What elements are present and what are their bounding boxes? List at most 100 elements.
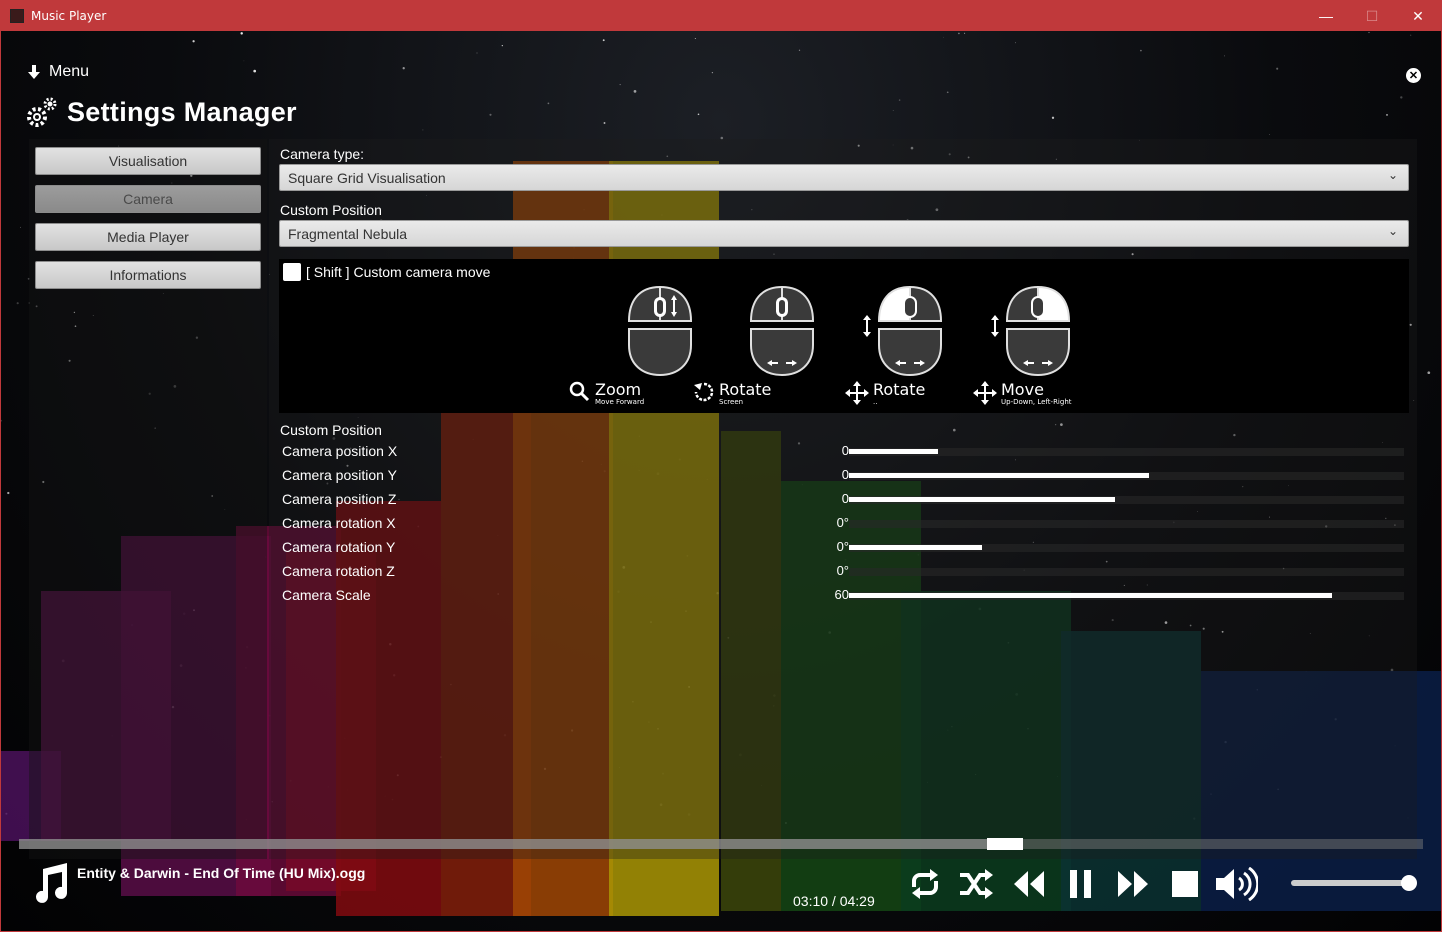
fast-forward-icon xyxy=(1118,871,1148,897)
camera-type-select[interactable]: Square Grid Visualisation ⌄ xyxy=(279,164,1409,191)
param-row: Camera position Z 0 xyxy=(282,490,1409,510)
shift-camera-move-checkbox[interactable] xyxy=(283,263,301,281)
nav-camera-button[interactable]: Camera xyxy=(35,185,261,213)
playback-progress-bar[interactable] xyxy=(19,838,1423,850)
star xyxy=(19,226,21,228)
playback-controls xyxy=(899,861,1263,907)
star xyxy=(619,84,621,86)
param-value: 0 xyxy=(841,443,849,458)
star xyxy=(1410,34,1412,36)
nav-visualisation-button[interactable]: Visualisation xyxy=(35,147,261,175)
rewind-button[interactable] xyxy=(1003,861,1055,907)
mouse-hint-title: Zoom xyxy=(595,380,642,399)
nav-informations-button[interactable]: Informations xyxy=(35,261,261,289)
menu-label: Menu xyxy=(49,63,90,80)
star xyxy=(1224,55,1225,57)
mouse-scroll-icon xyxy=(627,285,693,377)
star xyxy=(958,32,960,35)
fast-forward-button[interactable] xyxy=(1107,861,1159,907)
star xyxy=(240,32,243,35)
repeat-button[interactable] xyxy=(899,861,951,907)
param-slider[interactable] xyxy=(849,520,1404,528)
param-name: Camera position Y xyxy=(282,467,397,483)
arrow-up-down-icon xyxy=(991,315,999,337)
star xyxy=(422,129,424,131)
param-slider[interactable] xyxy=(849,592,1404,600)
param-slider-fill xyxy=(849,545,983,550)
param-value: 0 xyxy=(841,491,849,506)
arrow-up-down-icon xyxy=(863,315,871,337)
star xyxy=(1427,371,1431,375)
param-slider[interactable] xyxy=(849,448,1404,456)
magnifier-icon xyxy=(569,381,590,402)
param-slider[interactable] xyxy=(849,496,1404,504)
volume-slider-handle[interactable] xyxy=(1401,875,1417,891)
star xyxy=(402,67,405,70)
visualisation-scene: Menu ✕ Settings Manager Visualisation Ca… xyxy=(1,31,1441,931)
mouse-controls-panel: [ Shift ] Custom camera move Zoom Move F… xyxy=(279,259,1409,413)
star xyxy=(1276,67,1279,70)
mouse-hint-subtitle: Screen xyxy=(719,398,744,406)
volume-button[interactable] xyxy=(1211,861,1263,907)
stop-button[interactable] xyxy=(1159,861,1211,907)
repeat-icon xyxy=(912,869,938,899)
volume-slider[interactable] xyxy=(1291,875,1417,891)
custom-position-value: Fragmental Nebula xyxy=(288,225,408,242)
camera-type-label: Camera type: xyxy=(280,146,365,162)
param-row: Camera rotation Z 0° xyxy=(282,562,1409,582)
nav-media-player-button[interactable]: Media Player xyxy=(35,223,261,251)
progress-handle[interactable] xyxy=(986,838,1023,850)
minimize-button[interactable]: — xyxy=(1303,1,1349,31)
star xyxy=(1368,31,1370,34)
settings-sidebar: Visualisation Camera Media Player Inform… xyxy=(29,139,267,859)
param-row: Camera rotation X 0° xyxy=(282,514,1409,534)
page-title: Settings Manager xyxy=(67,96,297,127)
star xyxy=(489,113,492,116)
playback-time: 03:10 / 04:29 xyxy=(793,893,875,909)
star xyxy=(964,32,966,34)
menu-toggle-button[interactable]: Menu xyxy=(27,63,89,81)
star xyxy=(711,71,714,74)
star xyxy=(603,122,606,124)
param-value: 0° xyxy=(836,563,849,578)
param-slider[interactable] xyxy=(849,472,1404,480)
progress-elapsed xyxy=(19,839,1023,849)
custom-position-label: Custom Position xyxy=(280,202,382,218)
star xyxy=(253,69,257,73)
star xyxy=(694,38,696,39)
param-slider[interactable] xyxy=(849,544,1404,552)
star xyxy=(798,49,801,51)
music-note-icon xyxy=(36,863,67,903)
pause-button[interactable] xyxy=(1055,861,1107,907)
star xyxy=(243,60,245,62)
param-slider-fill xyxy=(849,593,1332,598)
maximize-button[interactable]: ☐ xyxy=(1349,1,1395,31)
move-arrows-icon xyxy=(973,381,997,405)
close-window-button[interactable]: ✕ xyxy=(1395,1,1441,31)
custom-position-select[interactable]: Fragmental Nebula ⌄ xyxy=(279,220,1409,247)
star xyxy=(898,99,901,101)
param-value: 0 xyxy=(841,467,849,482)
close-settings-button[interactable]: ✕ xyxy=(1406,68,1421,83)
shift-camera-move-option[interactable]: [ Shift ] Custom camera move xyxy=(283,263,490,281)
star xyxy=(1051,116,1055,119)
param-name: Camera rotation Z xyxy=(282,563,395,579)
move-arrows-icon xyxy=(845,381,869,405)
param-name: Camera Scale xyxy=(282,587,371,603)
star xyxy=(547,102,550,105)
shuffle-button[interactable] xyxy=(951,861,1003,907)
camera-type-value: Square Grid Visualisation xyxy=(288,169,446,186)
app-window: Music Player — ☐ ✕ Menu ✕ Settings Manag… xyxy=(0,0,1442,932)
track-title: Entity & Darwin - End Of Time (HU Mix).o… xyxy=(77,865,366,881)
window-title: Music Player xyxy=(31,9,107,23)
star xyxy=(892,110,894,111)
param-slider-fill xyxy=(849,497,1116,502)
param-slider[interactable] xyxy=(849,568,1404,576)
param-value: 60 xyxy=(834,587,849,602)
mouse-hint-title: Rotate xyxy=(873,380,926,399)
star xyxy=(943,36,944,38)
param-name: Camera rotation Y xyxy=(282,539,396,555)
param-value: 0° xyxy=(836,539,849,554)
mouse-hint-title: Move xyxy=(1001,380,1044,399)
stop-icon xyxy=(1172,871,1198,897)
